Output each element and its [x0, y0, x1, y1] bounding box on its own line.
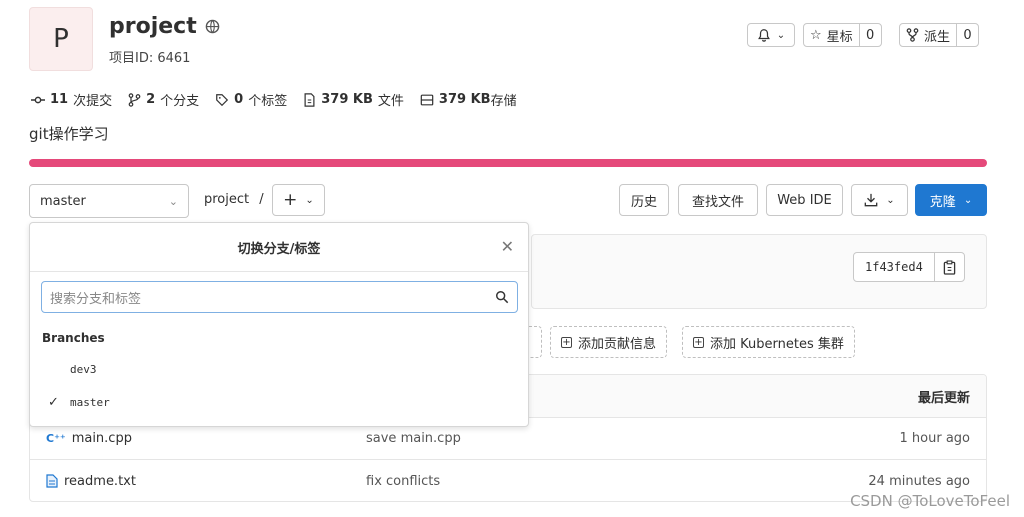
globe-icon: [205, 19, 220, 34]
branch-select[interactable]: master ⌄: [29, 184, 189, 218]
storage-label: 存储: [490, 94, 517, 109]
add-kubernetes-button[interactable]: + 添加 Kubernetes 集群: [682, 326, 855, 358]
commits-count: 11: [50, 92, 69, 107]
add-contribution-label: 添加贡献信息: [578, 336, 657, 352]
plus-icon: +: [283, 190, 298, 210]
chevron-down-icon: ⌄: [168, 194, 178, 208]
web-ide-button[interactable]: Web IDE: [766, 184, 843, 216]
commit-icon: [31, 96, 45, 103]
commit-message[interactable]: fix conflicts: [366, 474, 868, 489]
commit-sha[interactable]: 1f43fed4: [854, 253, 934, 281]
branches-stat[interactable]: 2 个分支: [128, 90, 199, 109]
project-avatar: P: [29, 7, 93, 71]
breadcrumb-separator: /: [259, 192, 264, 207]
find-file-button[interactable]: 查找文件: [678, 184, 758, 216]
clone-label: 克隆: [929, 194, 956, 210]
file-name-cell: C⁺⁺ main.cpp: [46, 431, 366, 446]
branch-select-value: master: [40, 193, 86, 209]
download-icon: [864, 193, 878, 207]
history-button[interactable]: 历史: [619, 184, 669, 216]
close-icon[interactable]: ✕: [501, 237, 514, 256]
files-label: 文件: [377, 94, 404, 109]
text-file-icon: [46, 474, 58, 488]
table-row[interactable]: readme.txt fix conflicts 24 minutes ago: [30, 460, 986, 501]
file-name[interactable]: readme.txt: [64, 474, 136, 489]
commits-label: 次提交: [73, 94, 113, 109]
add-kubernetes-label: 添加 Kubernetes 集群: [710, 336, 844, 352]
branch-item-master[interactable]: ✓ master: [48, 395, 110, 410]
tag-icon: [216, 93, 229, 106]
branch-name: master: [70, 396, 110, 409]
last-update-header: 最后更新: [917, 390, 970, 406]
notification-button[interactable]: ⌄: [747, 23, 795, 47]
fork-label-wrap[interactable]: 派生: [900, 24, 956, 46]
project-title[interactable]: project: [109, 14, 197, 39]
tags-stat[interactable]: 0 个标签: [215, 90, 287, 109]
star-button[interactable]: ☆ 星标 0: [803, 23, 882, 47]
search-placeholder: 搜索分支和标签: [50, 291, 142, 307]
commit-sha-group: 1f43fed4: [853, 252, 965, 282]
branch-name: dev3: [70, 363, 97, 376]
breadcrumb-project[interactable]: project: [204, 192, 249, 207]
add-contribution-button[interactable]: + 添加贡献信息: [550, 326, 668, 358]
star-icon: ☆: [810, 27, 822, 43]
chevron-down-icon: ⌄: [776, 29, 786, 41]
branches-header: Branches: [42, 331, 105, 345]
branch-dropdown: 切换分支/标签 ✕ 搜索分支和标签 Branches dev3 ✓ master: [29, 222, 529, 427]
star-label-wrap[interactable]: ☆ 星标: [804, 24, 859, 46]
files-stat[interactable]: 379 KB 文件: [303, 90, 404, 109]
copy-sha-button[interactable]: [933, 253, 964, 281]
project-stats: 11 次提交 2 个分支 0 个标签 379 KB 文件 379 KB 存储: [31, 90, 517, 109]
fork-label: 派生: [924, 29, 951, 45]
file-name[interactable]: main.cpp: [72, 431, 132, 446]
last-update-time: 24 minutes ago: [868, 473, 970, 489]
files-size: 379 KB: [321, 92, 373, 107]
dropdown-header: 切换分支/标签 ✕: [30, 223, 528, 272]
check-icon: ✓: [48, 395, 59, 410]
cpp-file-icon: C⁺⁺: [46, 432, 66, 445]
tags-label: 个标签: [248, 94, 288, 109]
branch-item-dev3[interactable]: dev3: [48, 363, 97, 376]
dropdown-title: 切换分支/标签: [237, 241, 321, 257]
branch-search-input[interactable]: 搜索分支和标签: [41, 281, 518, 313]
branches-label: 个分支: [160, 94, 200, 109]
fork-button[interactable]: 派生 0: [899, 23, 980, 47]
clipboard-icon: [943, 259, 956, 275]
plus-square-icon: +: [693, 336, 704, 348]
project-description: git操作学习: [29, 125, 109, 143]
watermark: CSDN @ToLoveToFeel: [850, 492, 1010, 510]
commits-stat[interactable]: 11 次提交: [31, 90, 112, 109]
project-id: 项目ID: 6461: [109, 51, 191, 66]
search-icon: [496, 291, 509, 304]
plus-square-icon: +: [561, 336, 572, 348]
storage-size: 379 KB: [438, 92, 491, 107]
file-icon: [304, 92, 315, 107]
chevron-down-icon: ⌄: [886, 194, 895, 206]
branches-count: 2: [146, 92, 156, 107]
language-bar: [29, 159, 987, 167]
file-name-cell: readme.txt: [46, 474, 366, 489]
fork-count[interactable]: 0: [956, 24, 978, 46]
last-update-time: 1 hour ago: [899, 431, 970, 446]
add-dropdown-button[interactable]: + ⌄: [272, 184, 325, 216]
fork-icon: [906, 28, 919, 42]
storage-icon: [420, 94, 434, 105]
star-count[interactable]: 0: [858, 24, 881, 46]
chevron-down-icon: ⌄: [963, 194, 973, 206]
clone-button[interactable]: 克隆 ⌄: [915, 184, 987, 216]
download-button[interactable]: ⌄: [851, 184, 908, 216]
chevron-down-icon: ⌄: [305, 194, 314, 206]
branch-icon: [128, 92, 141, 107]
tags-count: 0: [234, 92, 244, 107]
commit-message[interactable]: save main.cpp: [366, 431, 900, 446]
storage-stat: 379 KB 存储: [420, 90, 517, 109]
star-label: 星标: [826, 29, 853, 45]
project-title-wrap: project: [109, 14, 220, 39]
breadcrumb: project /: [204, 192, 264, 207]
bell-icon: [757, 29, 770, 42]
